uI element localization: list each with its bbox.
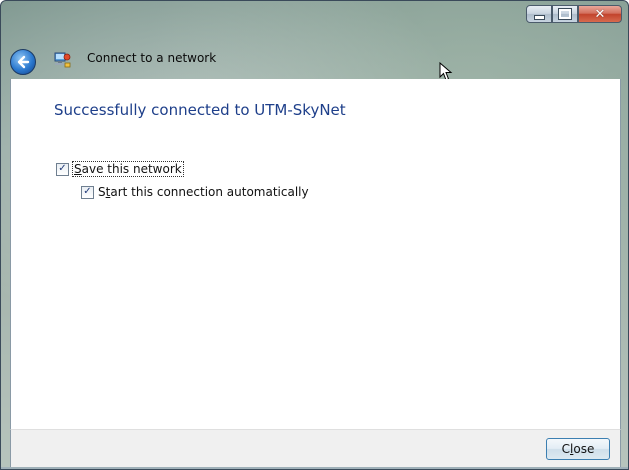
close-window-button[interactable]: ✕	[578, 5, 622, 23]
caption-buttons: ✕	[526, 5, 622, 23]
window-frame-bottom	[1, 467, 628, 469]
save-network-checkbox[interactable]: ✓	[56, 162, 69, 176]
footer-bar: Cl ose	[10, 429, 621, 468]
start-automatically-option[interactable]: ✓ Start this connection automatically	[81, 185, 309, 199]
start-automatically-label[interactable]: Start this connection automatically	[98, 185, 309, 199]
checkmark-icon: ✓	[58, 163, 67, 174]
network-icon	[54, 52, 71, 68]
back-arrow-icon	[17, 55, 30, 69]
minimize-button[interactable]	[526, 5, 552, 23]
maximize-icon	[558, 8, 572, 20]
content-panel: Successfully connected to UTM-SkyNet ✓ S…	[10, 79, 621, 429]
close-button[interactable]: Cl ose	[546, 438, 610, 460]
title-bar[interactable]: ✕ Connect to a network	[1, 1, 628, 81]
start-automatically-checkbox[interactable]: ✓	[81, 185, 94, 199]
save-network-label[interactable]: Save this network	[72, 161, 184, 177]
window-title: Connect to a network	[87, 51, 217, 65]
save-network-option[interactable]: ✓ Save this network	[56, 161, 184, 177]
checkmark-icon: ✓	[83, 186, 92, 197]
connect-window: ✕ Connect to a network Successfully conn…	[0, 0, 629, 470]
back-button[interactable]	[10, 49, 36, 75]
page-title: Successfully connected to UTM-SkyNet	[54, 101, 346, 119]
close-icon: ✕	[594, 6, 606, 22]
maximize-button[interactable]	[552, 5, 578, 23]
minimize-icon	[533, 14, 545, 20]
